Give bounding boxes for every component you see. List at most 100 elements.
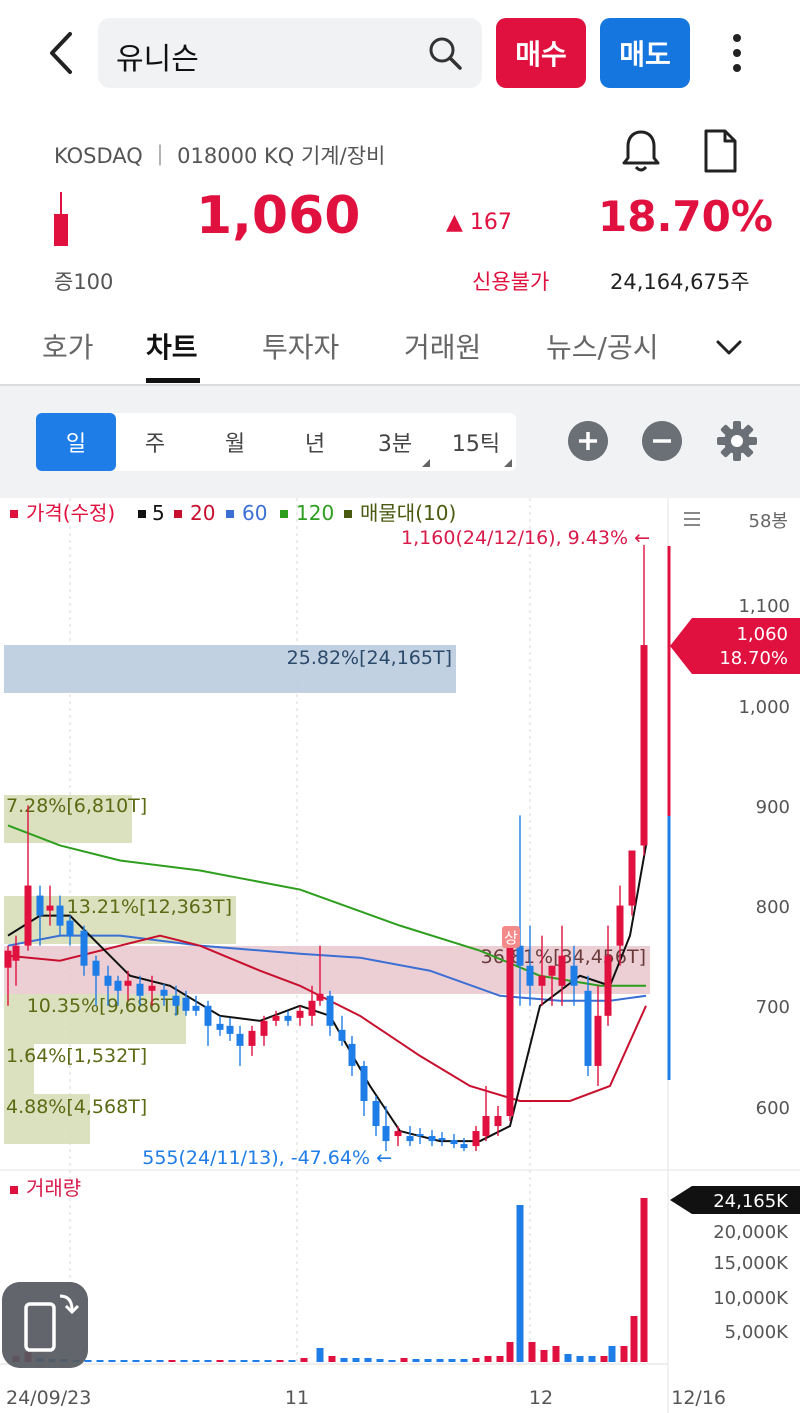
tab-investor[interactable]: 투자자	[262, 326, 339, 366]
vol-tick-5000: 5,000K	[725, 1322, 790, 1343]
credit-status: 신용불가	[472, 270, 550, 294]
volume-bar	[252, 1360, 260, 1362]
y-tick-900: 900	[756, 797, 790, 818]
vol-tick-15000: 15,000K	[713, 1253, 789, 1274]
volume-bar	[516, 1205, 524, 1362]
sell-button[interactable]: 매도	[600, 18, 690, 88]
y-tick-700: 700	[756, 997, 790, 1018]
volume-bar	[484, 1356, 492, 1362]
period-month[interactable]: 월	[196, 413, 274, 471]
price-change: ▲ 167	[446, 210, 512, 235]
y-tick-1100: 1,100	[738, 596, 790, 617]
volume-bar	[376, 1359, 384, 1362]
mini-candle-icon	[54, 192, 68, 246]
x-tick-end: 12/16	[671, 1387, 726, 1409]
tab-orderbook[interactable]: 호가	[42, 326, 94, 366]
search-box[interactable]: 유니슨	[98, 18, 482, 88]
volume-tag-value: 24,165K	[713, 1191, 789, 1212]
legend-profile: 매물대(10)	[360, 501, 456, 525]
period-year[interactable]: 년	[276, 413, 354, 471]
zoom-in-icon[interactable]	[568, 421, 608, 461]
volume-bar	[240, 1360, 248, 1362]
legend-profile-marker	[344, 510, 352, 518]
period-selector: 일 주 월 년 3분 15틱	[36, 413, 516, 471]
volume-bar	[132, 1360, 140, 1362]
volume-bar	[276, 1360, 284, 1362]
volume-bar	[120, 1360, 128, 1362]
volume-bar	[400, 1358, 408, 1362]
rotate-screen-icon[interactable]	[2, 1282, 88, 1368]
volume-bar	[96, 1360, 104, 1362]
x-tick-dec: 12	[529, 1387, 553, 1409]
back-icon[interactable]	[40, 28, 86, 78]
low-annotation: 555(24/11/13), -47.64% ←	[142, 1147, 392, 1169]
volume-bar	[108, 1360, 116, 1362]
period-week[interactable]: 주	[116, 413, 194, 471]
zoom-out-icon[interactable]	[642, 421, 682, 461]
bell-icon[interactable]	[620, 128, 662, 174]
more-menu-icon[interactable]	[722, 28, 752, 78]
volume-bar	[388, 1360, 396, 1362]
legend-ma60-marker	[226, 510, 234, 518]
volume-profile-label: 4.88%[4,568T]	[6, 1096, 147, 1118]
volume-label: 거래량	[26, 1176, 81, 1200]
volume-bar	[620, 1346, 628, 1362]
chevron-down-icon[interactable]	[712, 330, 746, 364]
legend-ma20: 20	[190, 501, 215, 525]
search-icon[interactable]	[426, 34, 464, 72]
volume-bar	[640, 1198, 648, 1362]
dropdown-corner-icon	[504, 459, 512, 467]
volume-bar	[448, 1359, 456, 1362]
search-input[interactable]: 유니슨	[116, 34, 199, 78]
volume-bar	[192, 1360, 200, 1362]
gear-icon[interactable]	[716, 420, 758, 462]
tab-broker[interactable]: 거래원	[404, 326, 481, 366]
period-15tick[interactable]: 15틱	[436, 413, 516, 471]
volume-bar	[352, 1358, 360, 1362]
volume-bar	[472, 1358, 480, 1362]
legend-price: 가격(수정)	[26, 501, 115, 525]
volume-bar	[460, 1359, 468, 1362]
volume-bar	[496, 1356, 504, 1362]
volume-bar	[180, 1360, 188, 1362]
y-tick-600: 600	[756, 1098, 790, 1119]
legend-ma120-marker	[280, 510, 288, 518]
volume-bar	[564, 1354, 572, 1362]
period-15tick-label: 15틱	[451, 432, 501, 457]
high-annotation: 1,160(24/12/16), 9.43% ←	[401, 527, 650, 549]
volume-bar	[540, 1350, 548, 1362]
active-tab-indicator	[146, 378, 200, 383]
volume-legend-marker	[10, 1186, 18, 1194]
volume-bar	[412, 1359, 420, 1362]
buy-button[interactable]: 매수	[496, 18, 586, 88]
vol-tick-20000: 20,000K	[713, 1222, 789, 1243]
volume-bar	[608, 1346, 616, 1362]
volume-bar	[328, 1356, 336, 1362]
volume-bar	[168, 1360, 176, 1362]
volume-profile-label: 7.28%[6,810T]	[6, 795, 147, 817]
document-icon[interactable]	[700, 128, 740, 174]
volume-bar	[156, 1360, 164, 1362]
volume-bar	[630, 1316, 638, 1362]
volume-bar	[576, 1356, 584, 1362]
volume-bar	[424, 1359, 432, 1362]
legend-ma5-marker	[138, 510, 146, 518]
period-day[interactable]: 일	[36, 413, 116, 471]
current-price: 1,060	[196, 186, 361, 246]
period-3min-label: 3분	[377, 432, 413, 457]
dropdown-corner-icon	[422, 459, 430, 467]
margin-rate: 증100	[54, 270, 114, 294]
volume-bar	[552, 1346, 560, 1362]
legend-ma120: 120	[296, 501, 334, 525]
volume-bar	[144, 1360, 152, 1362]
volume-bar	[588, 1356, 596, 1362]
volume-profile-label: 25.82%[24,165T]	[287, 647, 452, 669]
tab-news[interactable]: 뉴스/공시	[546, 326, 658, 366]
price-chart[interactable]: 25.82%[24,165T] 7.28%[6,810T] 13.21%[12,36…	[0, 498, 800, 1413]
period-3min[interactable]: 3분	[356, 413, 434, 471]
volume-profile-label: 10.35%[9,686T]	[27, 995, 180, 1017]
volume-bar	[216, 1360, 224, 1362]
upper-limit-label: 상	[504, 929, 518, 947]
tab-chart[interactable]: 차트	[146, 326, 198, 366]
volume-bar	[204, 1360, 212, 1362]
